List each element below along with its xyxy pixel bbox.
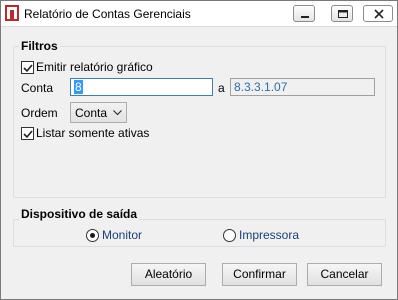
- random-button[interactable]: Aleatório: [131, 263, 206, 286]
- output-device-group-title: Dispositivo de saída: [19, 207, 140, 221]
- ordem-selected-value: Conta: [75, 106, 108, 120]
- emit-graphic-checkbox-row[interactable]: Emitir relatório gráfico: [21, 60, 153, 74]
- cancel-button[interactable]: Cancelar: [307, 263, 382, 286]
- close-button[interactable]: [363, 5, 393, 22]
- chevron-down-icon: [113, 110, 122, 116]
- radio-monitor-button[interactable]: [86, 228, 99, 242]
- output-device-group: [13, 219, 386, 247]
- only-active-checkbox[interactable]: [21, 126, 34, 140]
- checkmark-icon: [23, 129, 33, 138]
- report-dialog-window: Relatório de Contas Gerenciais Filtros E…: [0, 0, 398, 300]
- emit-graphic-label: Emitir relatório gráfico: [36, 60, 153, 74]
- conta-from-input[interactable]: 8: [70, 78, 213, 96]
- ordem-label: Ordem: [21, 106, 58, 120]
- emit-graphic-checkbox[interactable]: [21, 60, 34, 74]
- radio-monitor[interactable]: Monitor: [86, 228, 142, 242]
- title-bar[interactable]: Relatório de Contas Gerenciais: [1, 1, 397, 27]
- radio-impressora-button[interactable]: [223, 228, 236, 242]
- only-active-checkbox-row[interactable]: Listar somente ativas: [21, 126, 149, 140]
- maximize-icon: [338, 10, 348, 18]
- radio-monitor-label: Monitor: [102, 228, 143, 242]
- app-report-icon: [5, 5, 19, 21]
- conta-from-value: 8: [74, 80, 83, 94]
- window-title: Relatório de Contas Gerenciais: [24, 7, 191, 21]
- conta-range-separator: a: [218, 81, 225, 95]
- confirm-button[interactable]: Confirmar: [222, 263, 297, 286]
- minimize-button[interactable]: [293, 5, 315, 22]
- checkmark-icon: [23, 63, 33, 72]
- ordem-select[interactable]: Conta: [70, 102, 127, 123]
- conta-to-input[interactable]: 8.3.3.1.07: [230, 78, 375, 96]
- only-active-label: Listar somente ativas: [36, 126, 150, 140]
- radio-impressora-label: Impressora: [239, 228, 300, 242]
- conta-to-value: 8.3.3.1.07: [234, 80, 288, 94]
- radio-impressora[interactable]: Impressora: [223, 228, 299, 242]
- maximize-button[interactable]: [331, 5, 353, 22]
- filters-group-title: Filtros: [19, 39, 60, 53]
- conta-label: Conta: [21, 81, 54, 95]
- minimize-icon: [301, 16, 309, 18]
- close-icon: [374, 9, 384, 19]
